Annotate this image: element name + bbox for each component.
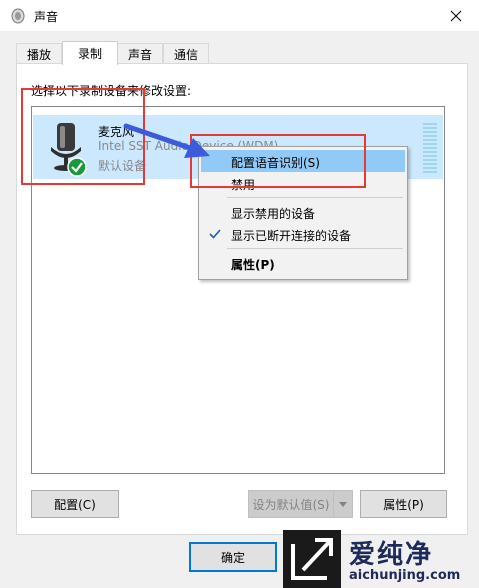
menu-separator	[227, 197, 403, 198]
watermark-url: aichunjing.com	[349, 568, 461, 583]
close-icon	[450, 10, 462, 21]
window-title: 声音	[34, 10, 59, 24]
watermark-logo-icon	[283, 530, 341, 588]
watermark: 爱纯净 aichunjing.com	[283, 530, 479, 588]
level-meter	[423, 123, 437, 175]
configure-button[interactable]: 配置(C)	[31, 490, 119, 518]
ok-button[interactable]: 确定	[189, 542, 277, 572]
tab-sounds[interactable]: 声音	[117, 43, 163, 64]
watermark-title: 爱纯净	[349, 540, 434, 570]
tab-communications[interactable]: 通信	[163, 43, 209, 64]
sound-dialog: 声音 播放 录制 声音 通信 选择以下录制设备来修改设置: 麦克风 Intel …	[0, 0, 479, 588]
title-bar[interactable]: 声音	[0, 0, 479, 31]
menu-separator	[227, 248, 403, 249]
menu-item-show-disconnected[interactable]: 显示已断开连接的设备	[201, 223, 405, 245]
menu-item-show-disabled[interactable]: 显示禁用的设备	[201, 201, 405, 223]
tab-playback[interactable]: 播放	[16, 43, 62, 64]
annotation-arrow-icon	[123, 123, 210, 158]
set-default-dropdown[interactable]	[333, 490, 353, 518]
checkmark-icon	[209, 229, 221, 239]
tab-recording[interactable]: 录制	[62, 41, 118, 65]
close-button[interactable]	[433, 0, 479, 31]
chevron-down-icon	[339, 501, 347, 507]
properties-button[interactable]: 属性(P)	[360, 490, 447, 518]
menu-item-properties[interactable]: 属性(P)	[201, 252, 405, 274]
set-default-button[interactable]: 设为默认值(S)	[248, 490, 334, 518]
speaker-icon	[11, 8, 25, 24]
